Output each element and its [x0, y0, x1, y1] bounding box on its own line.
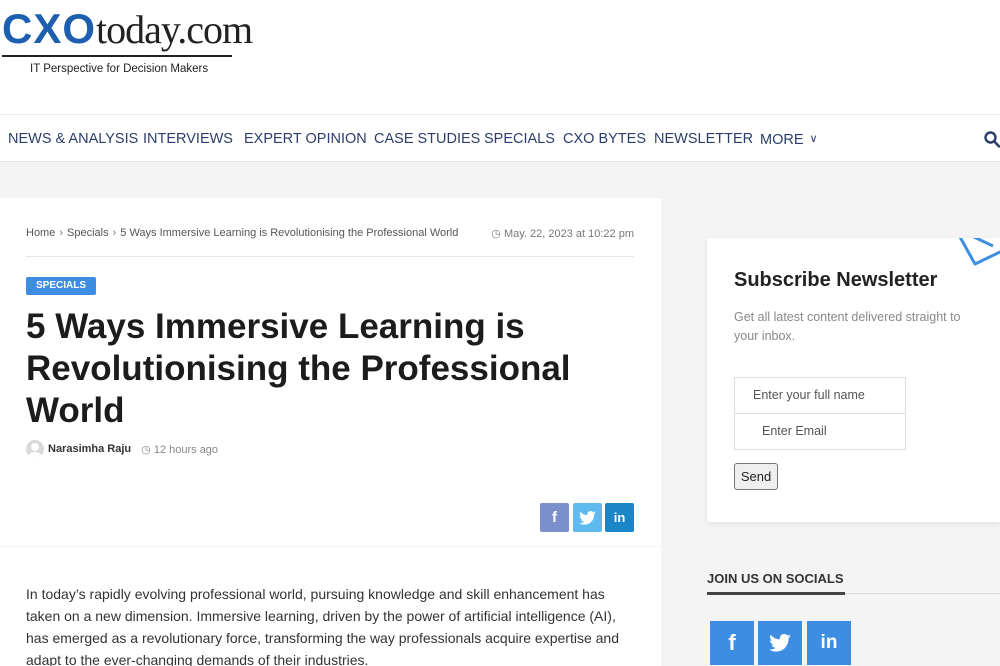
breadcrumb-home[interactable]: Home	[26, 227, 55, 239]
chevron-down-icon: ∨	[809, 133, 818, 145]
time-ago-text: 12 hours ago	[153, 443, 219, 456]
share-linkedin-button[interactable]: in	[605, 503, 634, 532]
avatar[interactable]	[26, 440, 44, 458]
breadcrumb-separator-icon: ›	[112, 227, 117, 239]
share-twitter-button[interactable]	[573, 503, 602, 532]
nav-item-expert-opinion[interactable]: EXPERT OPINION	[244, 130, 367, 148]
heading-underline	[707, 592, 845, 595]
logo-underline	[2, 55, 232, 57]
nav-item-case-studies[interactable]: CASE STUDIES	[374, 130, 480, 148]
article-title: 5 Ways Immersive Learning is Revolutioni…	[26, 307, 571, 430]
category-badge[interactable]: SPECIALS	[26, 277, 97, 295]
nav-item-more-label: MORE	[760, 132, 804, 148]
logo-today: today.com	[96, 7, 253, 52]
nav-item-specials[interactable]: SPECIALS	[484, 130, 555, 148]
envelope-icon	[958, 238, 1000, 266]
site-logo[interactable]: CXOtoday.com IT Perspective for Decision…	[2, 8, 253, 76]
logo-tagline: IT Perspective for Decision Makers	[30, 63, 209, 75]
twitter-social-button[interactable]	[758, 621, 802, 665]
email-field[interactable]: Enter Email	[734, 413, 906, 450]
newsletter-description: Get all latest content delivered straigh…	[734, 310, 961, 343]
clock-icon: ◷	[491, 228, 501, 240]
linkedin-social-button[interactable]: in	[807, 621, 851, 665]
post-date: ◷ May. 22, 2023 at 10:22 pm	[491, 227, 634, 240]
nav-item-cxo-bytes[interactable]: CXO BYTES	[563, 130, 646, 148]
author-name[interactable]: Narasimha Raju	[48, 443, 131, 455]
article-intro: In today’s rapidly evolving professional…	[26, 586, 619, 666]
nav-item-newsletter[interactable]: NEWSLETTER	[654, 130, 753, 148]
newsletter-widget: Subscribe Newsletter Get all latest cont…	[707, 238, 1000, 522]
clock-icon: ◷	[141, 443, 151, 456]
article-body: In today’s rapidly evolving professional…	[0, 547, 661, 666]
breadcrumb-separator-icon: ›	[59, 227, 64, 239]
twitter-icon	[579, 511, 596, 525]
site-header: CXOtoday.com IT Perspective for Decision…	[0, 0, 1000, 114]
facebook-social-button[interactable]: f	[710, 621, 754, 665]
article-meta: Narasimha Raju ◷ 12 hours ago	[26, 440, 218, 458]
breadcrumb: Home › Specials › 5 Ways Immersive Learning …	[26, 227, 458, 239]
socials-heading: JOIN US ON SOCIALS	[707, 571, 844, 586]
post-date-text: May. 22, 2023 at 10:22 pm	[503, 228, 634, 240]
logo-wordmark: CXOtoday.com	[2, 5, 253, 52]
nav-item-news-analysis[interactable]: NEWS & ANALYSIS	[8, 130, 138, 148]
time-ago: ◷ 12 hours ago	[141, 444, 218, 456]
twitter-icon	[769, 634, 791, 652]
nav-item-interviews[interactable]: INTERVIEWS	[143, 130, 233, 148]
divider	[26, 256, 634, 257]
newsletter-title: Subscribe Newsletter	[734, 269, 938, 291]
share-facebook-button[interactable]: f	[540, 503, 569, 532]
breadcrumb-current: 5 Ways Immersive Learning is Revolutioni…	[120, 227, 459, 239]
search-icon[interactable]	[984, 130, 1000, 148]
breadcrumb-specials[interactable]: Specials	[67, 227, 109, 239]
main-nav: NEWS & ANALYSIS INTERVIEWS EXPERT OPINIO…	[0, 114, 1000, 162]
article-header: Home › Specials › 5 Ways Immersive Learning …	[0, 198, 661, 546]
nav-item-more[interactable]: MORE ∨	[760, 130, 818, 149]
send-button[interactable]: Send	[734, 463, 778, 490]
logo-cxo: CXO	[2, 5, 97, 52]
full-name-input[interactable]: Enter your full name	[734, 377, 906, 414]
